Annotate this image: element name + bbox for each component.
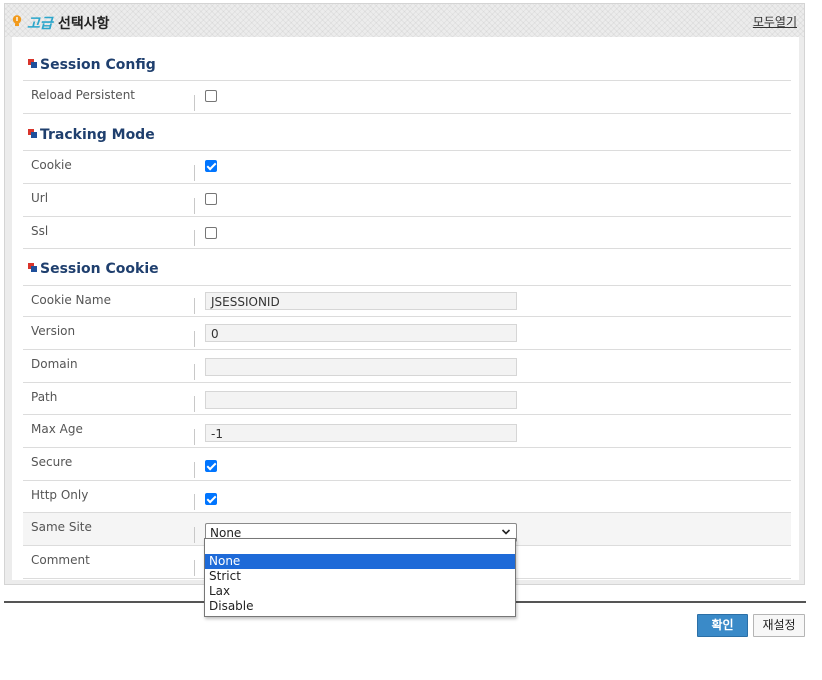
- cookie-name-input[interactable]: JSESSIONID: [205, 292, 517, 310]
- domain-input[interactable]: [205, 358, 517, 376]
- field-label: Ssl: [31, 224, 49, 238]
- row-http-only: Http Only: [23, 481, 791, 513]
- section-bullet-icon: [28, 59, 37, 68]
- divider: [194, 165, 195, 181]
- row-version: Version 0: [23, 317, 791, 350]
- field-label: Reload Persistent: [31, 88, 136, 102]
- advanced-label: 고급: [27, 16, 53, 32]
- url-checkbox[interactable]: [205, 193, 217, 205]
- option-none[interactable]: None: [205, 554, 515, 569]
- field-label: Domain: [31, 357, 78, 371]
- row-url: Url: [23, 184, 791, 217]
- path-input[interactable]: [205, 391, 517, 409]
- divider: [194, 95, 195, 111]
- row-ssl: Ssl: [23, 217, 791, 249]
- options-panel: 고급 선택사항 모두열기 Session Config Reload Persi…: [4, 3, 805, 585]
- ssl-checkbox[interactable]: [205, 227, 217, 239]
- divider: [194, 230, 195, 246]
- option-lax[interactable]: Lax: [205, 584, 515, 599]
- reload-persistent-checkbox[interactable]: [205, 90, 217, 102]
- divider: [194, 331, 195, 347]
- section-bullet-icon: [28, 263, 37, 272]
- same-site-dropdown-list: None Strict Lax Disable: [204, 538, 516, 617]
- panel-content: Session Config Reload Persistent Trackin…: [12, 37, 799, 580]
- row-secure: Secure: [23, 448, 791, 481]
- row-cookie-name: Cookie Name JSESSIONID: [23, 285, 791, 317]
- field-label: Max Age: [31, 422, 83, 436]
- divider: [194, 494, 195, 510]
- field-label: Version: [31, 324, 76, 338]
- option-strict[interactable]: Strict: [205, 569, 515, 584]
- divider: [194, 298, 195, 314]
- section-title-session-cookie: Session Cookie: [28, 261, 159, 277]
- field-label: Secure: [31, 455, 73, 469]
- version-input[interactable]: 0: [205, 324, 517, 342]
- field-label: Cookie: [31, 158, 72, 172]
- reset-button[interactable]: 재설정: [753, 614, 805, 637]
- ok-button[interactable]: 확인: [697, 614, 748, 637]
- expand-all-link[interactable]: 모두열기: [753, 13, 797, 30]
- row-domain: Domain: [23, 350, 791, 383]
- section-title-session-config: Session Config: [28, 57, 156, 73]
- field-label: Http Only: [31, 488, 89, 502]
- divider: [194, 396, 195, 412]
- field-label: Path: [31, 390, 58, 404]
- section-title-tracking-mode: Tracking Mode: [28, 127, 155, 143]
- section-bullet-icon: [28, 129, 37, 138]
- chevron-down-icon: [501, 529, 511, 535]
- row-path: Path: [23, 383, 791, 415]
- lightbulb-icon: [12, 15, 22, 26]
- panel-header: 고급 선택사항 모두열기: [5, 4, 804, 37]
- divider: [194, 198, 195, 214]
- divider: [194, 364, 195, 380]
- divider: [194, 462, 195, 478]
- field-label: Comment: [31, 553, 90, 567]
- field-label: Cookie Name: [31, 293, 111, 307]
- row-max-age: Max Age -1: [23, 415, 791, 448]
- divider: [194, 429, 195, 445]
- divider: [194, 527, 195, 543]
- secure-checkbox[interactable]: [205, 460, 217, 472]
- row-reload-persistent: Reload Persistent: [23, 80, 791, 114]
- panel-title: 선택사항: [58, 16, 110, 32]
- divider: [194, 560, 195, 576]
- field-label: Same Site: [31, 520, 92, 534]
- option-disable[interactable]: Disable: [205, 599, 515, 614]
- field-label: Url: [31, 191, 49, 205]
- cookie-checkbox[interactable]: [205, 160, 217, 172]
- row-cookie: Cookie: [23, 150, 791, 184]
- max-age-input[interactable]: -1: [205, 424, 517, 442]
- http-only-checkbox[interactable]: [205, 493, 217, 505]
